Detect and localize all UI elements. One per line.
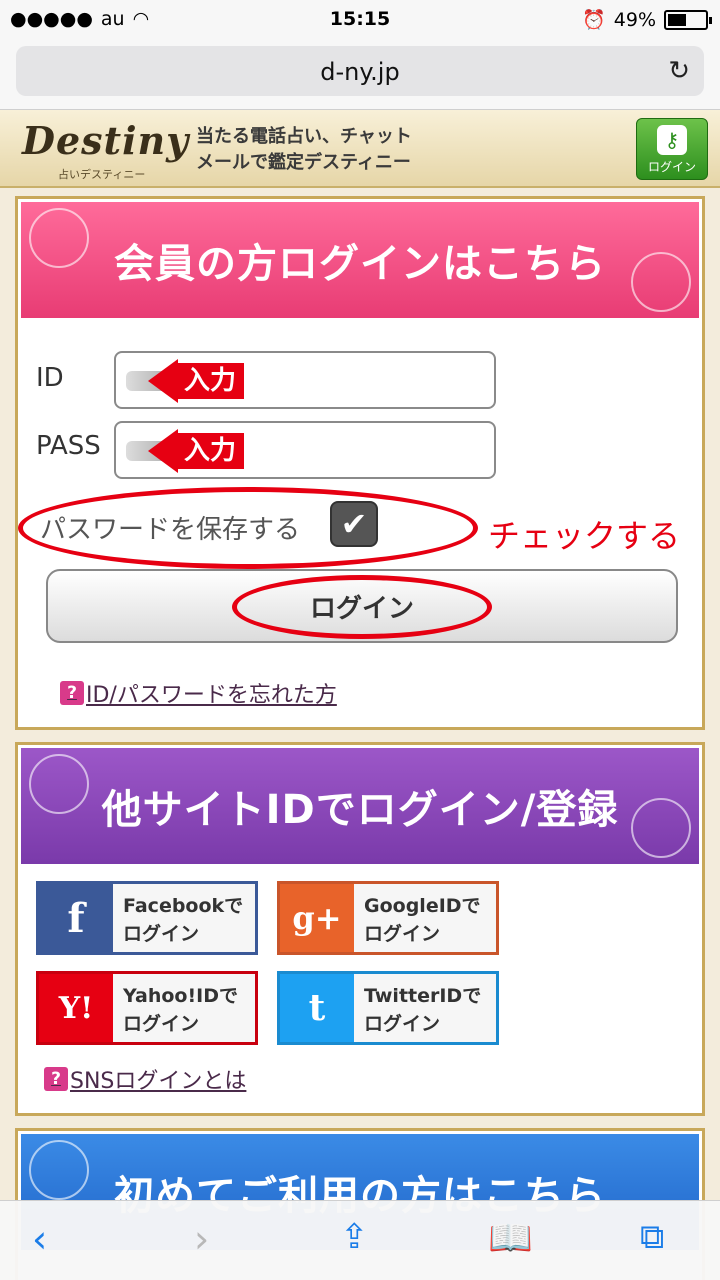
save-password-checkbox[interactable]: ✔ [330, 501, 378, 547]
forgot-password-link[interactable]: ? ID/パスワードを忘れた方 [60, 677, 337, 709]
pass-label: PASS [36, 431, 101, 461]
arrow-text: 入力 [176, 433, 244, 469]
twitter-bird-icon: t [280, 974, 354, 1042]
sns-login-title: 他サイトIDでログイン/登録 [21, 748, 699, 864]
google-line-1: GoogleIDで [364, 895, 481, 917]
member-login-title: 会員の方ログインはこちら [21, 202, 699, 318]
tabs-icon[interactable]: ⧉ [640, 1217, 664, 1257]
yahoo-login-label: Yahoo!IDで ログイン [113, 974, 255, 1042]
arrow-text: 入力 [176, 363, 244, 399]
google-login-label: GoogleIDで ログイン [354, 884, 496, 952]
yahoo-line-2: ログイン [123, 1013, 200, 1035]
ornament-icon [631, 798, 691, 858]
battery-fill [668, 13, 686, 26]
yahoo-icon: Y! [39, 974, 113, 1042]
ornament-icon [631, 252, 691, 312]
facebook-line-2: ログイン [123, 923, 200, 945]
header-login-button[interactable]: ⚷ ログイン [636, 118, 708, 180]
logo-subtitle: 占いデスティニー [58, 168, 146, 181]
browser-toolbar: d-ny.jp ↻ [0, 40, 720, 110]
left-arrow-icon [148, 429, 178, 473]
twitter-login-label: TwitterIDで ログイン [354, 974, 496, 1042]
login-annotation-ellipse [232, 575, 492, 639]
site-tagline: 当たる電話占い、チャット メールで鑑定デスティニー [196, 124, 412, 176]
ornament-icon [29, 208, 89, 268]
battery-percent: 49% [613, 8, 656, 31]
back-icon[interactable]: ‹ [32, 1217, 47, 1261]
facebook-line-1: Facebookで [123, 895, 244, 917]
facebook-login-label: Facebookで ログイン [113, 884, 255, 952]
forgot-password-text: ID/パスワードを忘れた方 [86, 683, 337, 708]
google-plus-icon: g+ [280, 884, 354, 952]
question-icon: ? [44, 1067, 68, 1091]
left-arrow-icon [148, 359, 178, 403]
twitter-login-button[interactable]: t TwitterIDで ログイン [277, 971, 499, 1045]
share-icon[interactable]: ⇪ [340, 1217, 369, 1257]
status-right: ⏰ 49% [582, 8, 712, 31]
tagline-line-1: 当たる電話占い、チャット [196, 126, 412, 147]
forward-icon[interactable]: › [194, 1217, 209, 1261]
key-icon: ⚷ [657, 125, 687, 155]
header-login-label: ログイン [647, 160, 696, 174]
battery-icon [664, 9, 712, 30]
facebook-icon: f [39, 884, 113, 952]
url-text: d-ny.jp [320, 58, 400, 86]
google-line-2: ログイン [364, 923, 441, 945]
save-password-label: パスワードを保存する [40, 515, 301, 545]
yahoo-login-button[interactable]: Y! Yahoo!IDで ログイン [36, 971, 258, 1045]
question-icon: ? [60, 681, 84, 705]
address-bar[interactable]: d-ny.jp ↻ [16, 46, 704, 96]
site-logo[interactable]: Destiny [22, 118, 189, 163]
status-bar: ●●●●● au ◠ 15:15 ⏰ 49% [0, 0, 720, 40]
sns-login-info-text: SNSログインとは [70, 1069, 247, 1094]
facebook-login-button[interactable]: f Facebookで ログイン [36, 881, 258, 955]
id-label: ID [36, 363, 64, 393]
twitter-line-1: TwitterIDで [364, 985, 482, 1007]
bookmarks-icon[interactable]: 📖 [488, 1217, 533, 1259]
sns-login-info-link[interactable]: ? SNSログインとは [44, 1063, 246, 1095]
ornament-icon [29, 754, 89, 814]
twitter-line-2: ログイン [364, 1013, 441, 1035]
yahoo-line-1: Yahoo!IDで [123, 985, 238, 1007]
alarm-icon: ⏰ [582, 9, 606, 31]
browser-bottom-toolbar: ‹ › ⇪ 📖 ⧉ [0, 1200, 720, 1280]
member-login-title-text: 会員の方ログインはこちら [114, 241, 606, 287]
member-login-panel: 会員の方ログインはこちら ID 入力 PASS 入力 パスワードを保存する ✔ … [15, 196, 705, 730]
check-annotation-text: チェックする [488, 517, 681, 555]
sns-login-panel: 他サイトIDでログイン/登録 f Facebookで ログイン g+ Googl… [15, 742, 705, 1116]
site-header: Destiny 占いデスティニー 当たる電話占い、チャット メールで鑑定デスティ… [0, 110, 720, 188]
sns-login-title-text: 他サイトIDでログイン/登録 [101, 787, 619, 833]
ornament-icon [29, 1140, 89, 1200]
google-login-button[interactable]: g+ GoogleIDで ログイン [277, 881, 499, 955]
tagline-line-2: メールで鑑定デスティニー [196, 152, 411, 173]
reload-icon[interactable]: ↻ [668, 56, 690, 86]
